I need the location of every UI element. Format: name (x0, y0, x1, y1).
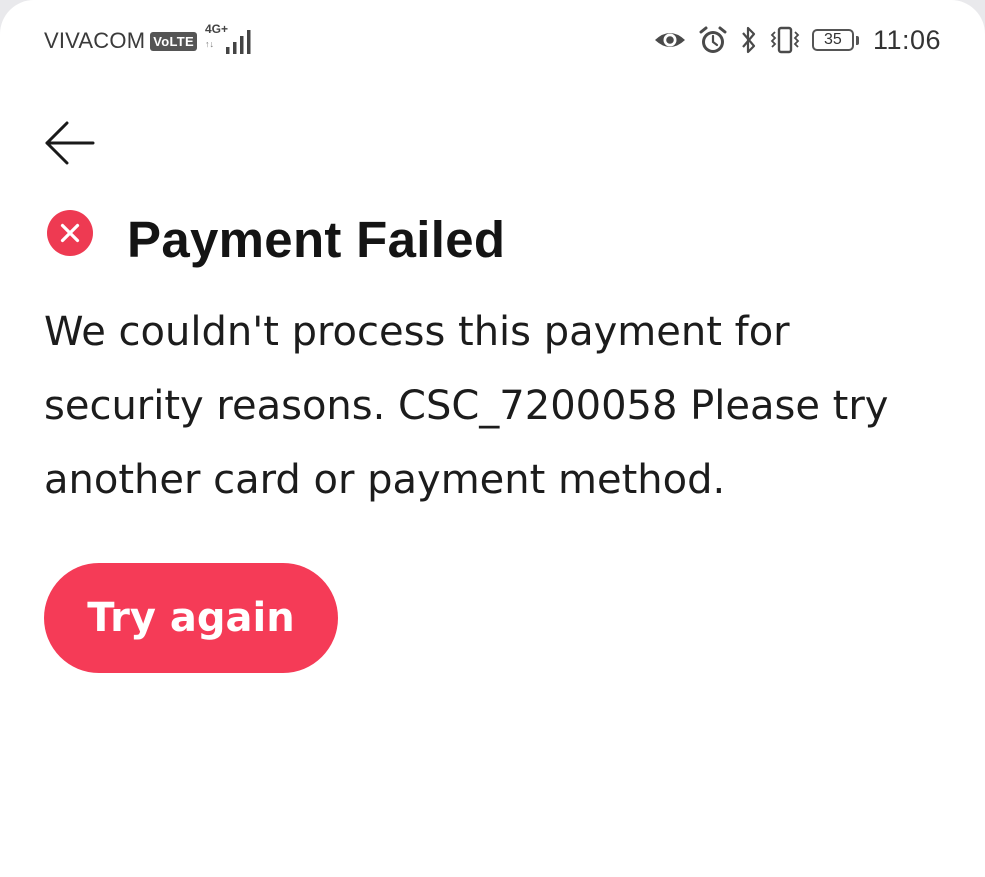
back-button[interactable] (36, 110, 102, 176)
bluetooth-icon (740, 25, 758, 55)
try-again-button[interactable]: Try again (44, 563, 338, 673)
carrier-name: VIVACOM (44, 28, 146, 53)
arrow-left-icon (45, 121, 95, 165)
vibrate-icon (770, 26, 800, 54)
signal-icon (225, 30, 251, 54)
payment-failed-screen: VIVACOM VoLTE 4G+ ↑↓ 35 11:06 Payment Fa… (0, 0, 985, 877)
alarm-icon (698, 25, 728, 55)
page-title: Payment Failed (127, 210, 506, 268)
error-message: We couldn't process this payment for sec… (44, 309, 889, 503)
status-bar-right: 35 11:06 (654, 22, 941, 58)
network-activity-icon: ↑↓ (204, 39, 214, 49)
eye-icon (654, 29, 686, 51)
battery-tip (855, 35, 859, 45)
status-bar-left: VIVACOM VoLTE 4G+ ↑↓ (44, 22, 255, 58)
error-x-icon (47, 210, 93, 256)
battery-icon: 35 (811, 29, 859, 51)
status-bar: VIVACOM VoLTE 4G+ ↑↓ 35 11:06 (0, 0, 985, 80)
battery-level: 35 (811, 29, 854, 51)
title-row: Payment Failed (46, 204, 505, 274)
status-clock: 11:06 (872, 24, 941, 55)
network-indicator: 4G+ ↑↓ (204, 22, 255, 56)
volte-badge: VoLTE (150, 31, 197, 51)
